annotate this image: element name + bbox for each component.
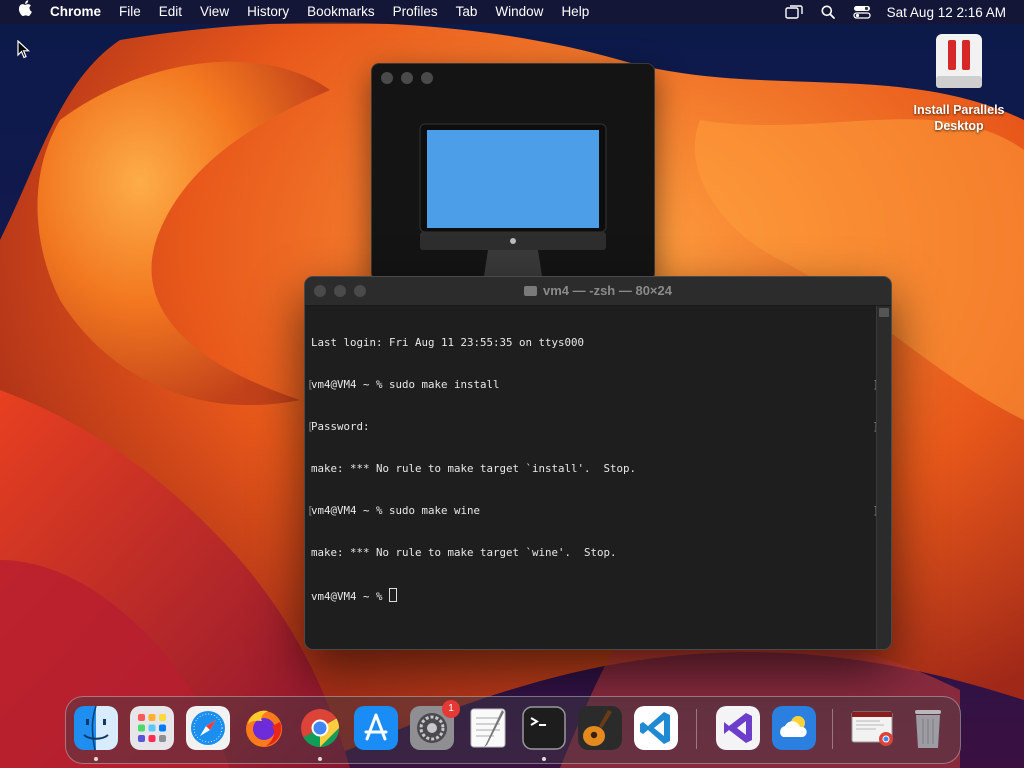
dock-separator xyxy=(832,709,833,749)
running-indicator xyxy=(318,757,322,761)
close-button[interactable] xyxy=(381,72,393,84)
menu-file[interactable]: File xyxy=(110,0,150,24)
imac-icon xyxy=(419,123,607,276)
trash-icon[interactable] xyxy=(906,706,950,750)
vm-preview-window[interactable] xyxy=(371,63,655,281)
folder-icon xyxy=(524,286,537,296)
running-indicator xyxy=(94,757,98,761)
apple-menu-icon[interactable] xyxy=(0,0,41,24)
textedit-icon[interactable] xyxy=(466,706,510,750)
terminal-line: [vm4@VM4 ~ % sudo make wine] xyxy=(307,504,879,518)
terminal-prompt: vm4@VM4 ~ % xyxy=(311,590,390,603)
mouse-pointer-icon xyxy=(17,40,31,59)
terminal-title: vm4 — -zsh — 80×24 xyxy=(305,277,891,305)
mark-bracket-icon: [ xyxy=(307,378,314,391)
terminal-line: [Password:] xyxy=(307,420,879,434)
terminal-title-text: vm4 — -zsh — 80×24 xyxy=(543,283,672,298)
finder-icon[interactable] xyxy=(74,706,118,750)
minimize-button[interactable] xyxy=(401,72,413,84)
text-cursor xyxy=(389,588,398,602)
terminal-line-text: vm4@VM4 ~ % sudo make install xyxy=(311,378,500,391)
menu-profiles[interactable]: Profiles xyxy=(384,0,447,24)
chrome-window-preview-icon[interactable] xyxy=(850,706,894,750)
garageband-icon[interactable] xyxy=(578,706,622,750)
terminal-title-bar[interactable]: vm4 — -zsh — 80×24 xyxy=(305,277,891,306)
app-store-icon[interactable] xyxy=(354,706,398,750)
mark-bracket-icon: [ xyxy=(307,504,314,517)
menu-clock[interactable]: Sat Aug 12 2:16 AM xyxy=(879,5,1024,20)
menu-history[interactable]: History xyxy=(238,0,298,24)
terminal-line-text: Password: xyxy=(311,420,370,433)
terminal-line-text: make: *** No rule to make target `instal… xyxy=(311,462,637,475)
terminal-line: [vm4@VM4 ~ % sudo make install] xyxy=(307,378,879,392)
terminal-window[interactable]: vm4 — -zsh — 80×24 Last login: Fri Aug 1… xyxy=(304,276,892,650)
mark-bracket-icon: [ xyxy=(307,420,314,433)
terminal-line: make: *** No rule to make target `instal… xyxy=(311,462,871,476)
terminal-line: make: *** No rule to make target `wine'.… xyxy=(311,546,871,560)
notification-badge: 1 xyxy=(442,700,460,718)
running-indicator xyxy=(542,757,546,761)
terminal-line-text: vm4@VM4 ~ % sudo make wine xyxy=(311,504,481,517)
system-settings-icon[interactable]: 1 xyxy=(410,700,460,750)
terminal-line: Last login: Fri Aug 11 23:55:35 on ttys0… xyxy=(311,336,871,350)
spotlight-search-icon[interactable] xyxy=(811,0,845,24)
terminal-scrollbar[interactable] xyxy=(876,306,891,649)
terminal-line-text: make: *** No rule to make target `wine'.… xyxy=(311,546,617,559)
chrome-icon[interactable] xyxy=(298,706,342,750)
terminal-line: vm4@VM4 ~ % xyxy=(311,588,871,603)
visual-studio-icon[interactable] xyxy=(716,706,760,750)
window-controls xyxy=(381,72,433,84)
menu-edit[interactable]: Edit xyxy=(150,0,191,24)
terminal-line-text: Last login: Fri Aug 11 23:55:35 on ttys0… xyxy=(311,336,585,349)
menu-help[interactable]: Help xyxy=(552,0,598,24)
desktop-icon-label-line2: Desktop xyxy=(934,119,984,133)
launchpad-icon[interactable] xyxy=(130,706,174,750)
menu-bar: Chrome File Edit View History Bookmarks … xyxy=(0,0,1024,24)
weather-icon[interactable] xyxy=(772,706,816,750)
safari-icon[interactable] xyxy=(186,706,230,750)
dock: 1 xyxy=(65,696,961,764)
menu-bookmarks[interactable]: Bookmarks xyxy=(298,0,384,24)
screen-mirroring-icon[interactable] xyxy=(777,0,811,24)
vscode-icon[interactable] xyxy=(634,706,678,750)
dock-separator xyxy=(696,709,697,749)
desktop-icon-install-parallels[interactable]: Install Parallels Desktop xyxy=(900,32,1018,134)
zoom-button[interactable] xyxy=(421,72,433,84)
terminal-output[interactable]: Last login: Fri Aug 11 23:55:35 on ttys0… xyxy=(305,306,879,649)
menu-window[interactable]: Window xyxy=(486,0,552,24)
terminal-icon[interactable] xyxy=(522,706,566,750)
desktop-icon-label-line1: Install Parallels xyxy=(913,103,1005,117)
menu-tab[interactable]: Tab xyxy=(447,0,487,24)
menu-view[interactable]: View xyxy=(191,0,238,24)
control-center-icon[interactable] xyxy=(845,0,879,24)
parallels-installer-icon xyxy=(936,34,982,88)
firefox-icon[interactable] xyxy=(242,706,286,750)
menu-app-name[interactable]: Chrome xyxy=(41,0,110,24)
split-pane-icon[interactable] xyxy=(879,308,889,317)
